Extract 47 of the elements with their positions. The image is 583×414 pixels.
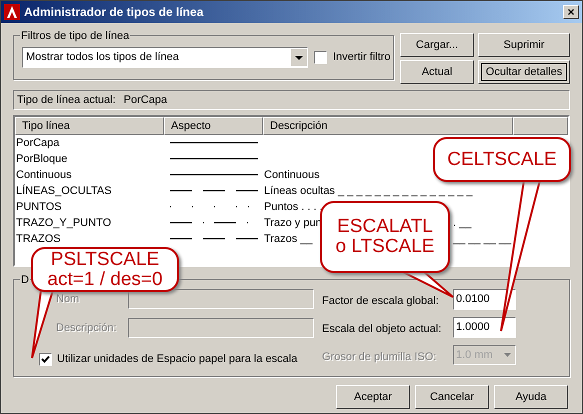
current-linetype-value: PorCapa <box>124 92 168 108</box>
checkbox[interactable] <box>39 352 52 366</box>
current-linetype-label: Tipo de línea actual: <box>17 92 116 108</box>
description-field[interactable] <box>128 318 314 338</box>
column-header[interactable]: Aspecto <box>164 117 263 135</box>
checkbox-label: Invertir filtro <box>333 50 390 66</box>
filter-dropdown[interactable]: Mostrar todos los tipos de línea <box>22 47 308 68</box>
callout-text: act=1 / des=0 <box>47 270 163 290</box>
linetype-name[interactable]: PUNTOS <box>15 198 164 216</box>
linetype-description: Puntos . . . . <box>263 200 323 215</box>
linetype-name[interactable]: PorBloque <box>15 150 164 168</box>
scale-label: Factor de escala global: <box>322 294 440 310</box>
linetype-description: . __ <box>453 216 472 231</box>
close-button[interactable]: × <box>563 5 579 19</box>
callout-text: CELTSCALE <box>447 150 557 170</box>
column-header[interactable]: Descripción <box>263 117 513 135</box>
checkbox[interactable] <box>314 51 327 64</box>
column-header[interactable]: Tipo línea <box>15 117 164 135</box>
callout-text: PSLTSCALE <box>50 250 160 270</box>
linetype-name[interactable]: PorCapa <box>15 134 164 152</box>
checkbox-label: Utilizar unidades de Espacio papel para la escala <box>57 352 298 367</box>
dialog-button[interactable]: Suprimir <box>478 33 570 57</box>
dialog-button[interactable]: Ocultar detalles <box>478 60 570 84</box>
linetype-name[interactable]: TRAZO_Y_PUNTO <box>15 214 164 232</box>
scale-field[interactable]: 0.0100 <box>453 289 516 310</box>
scale-label: Escala del objeto actual: <box>322 322 442 338</box>
dialog-button[interactable]: Cancelar <box>415 385 489 409</box>
linetype-description: Líneas ocultas _ _ _ _ _ _ _ _ _ _ _ _ _ _ _ <box>263 184 473 199</box>
name-label: Nom <box>55 292 80 307</box>
linetype-description: Continuous <box>263 168 320 183</box>
dialog-button[interactable]: Aceptar <box>336 385 410 409</box>
app-logo-icon <box>4 4 20 20</box>
window-title: Administrador de tipos de línea <box>24 4 204 21</box>
linetype-name[interactable]: TRAZOS <box>15 230 164 248</box>
linetype-name[interactable]: LÍNEAS_OCULTAS <box>15 182 164 200</box>
description-label: Descripción: <box>55 320 118 336</box>
scale-field[interactable]: 1.0000 <box>453 317 516 338</box>
group-label: Filtros de tipo de línea <box>20 28 130 44</box>
dialog-button[interactable]: Cargar... <box>400 33 474 57</box>
linetype-description: Trazos __ <box>263 232 313 247</box>
callout-text: ESCALATL <box>337 217 433 237</box>
linetype-description: __ __ __ __ <box>453 232 512 247</box>
callout-text: o LTSCALE <box>336 237 434 257</box>
dialog-button[interactable]: Ayuda <box>494 385 568 409</box>
dialog-button[interactable]: Actual <box>400 60 474 84</box>
pen-width-label: Grosor de plumilla ISO: <box>322 350 438 365</box>
linetype-name[interactable]: Continuous <box>15 166 164 184</box>
